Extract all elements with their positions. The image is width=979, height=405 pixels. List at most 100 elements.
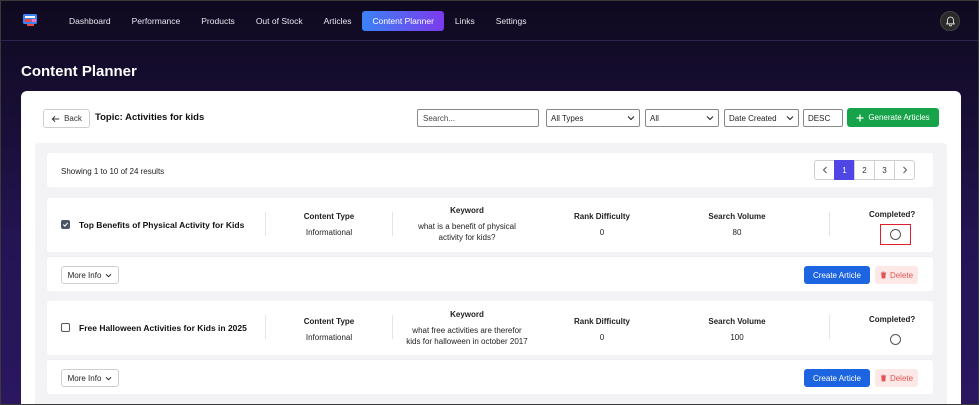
rank-difficulty-header: Rank Difficulty <box>573 212 630 221</box>
page-button-3[interactable]: 3 <box>874 160 895 180</box>
column-divider <box>265 315 266 339</box>
article-select-checkbox[interactable] <box>61 220 70 229</box>
more-info-label: More Info <box>67 270 102 280</box>
keyword-value-line2: activity for kids? <box>438 233 496 242</box>
chevron-left-icon <box>822 166 827 174</box>
create-article-button[interactable]: Create Article <box>804 266 870 284</box>
generate-articles-button[interactable]: Generate Articles <box>847 108 939 127</box>
search-volume-cell: Search Volume 80 <box>687 212 787 238</box>
search-volume-header: Search Volume <box>708 212 766 221</box>
trash-icon <box>880 271 887 279</box>
page-button-2[interactable]: 2 <box>854 160 875 180</box>
search-input[interactable] <box>417 109 539 127</box>
keyword-cell: Keyword what is a benefit of physical ac… <box>397 206 537 243</box>
nav-item-dashboard[interactable]: Dashboard <box>59 11 121 31</box>
nav-item-links[interactable]: Links <box>445 11 485 31</box>
rank-difficulty-value: 0 <box>599 333 605 342</box>
column-divider <box>392 212 393 236</box>
keyword-header: Keyword <box>450 206 484 215</box>
nav-item-settings[interactable]: Settings <box>486 11 537 31</box>
keyword-value-line2: kids for halloween in october 2017 <box>406 337 528 346</box>
sort-order-value: DESC <box>808 113 831 123</box>
status-filter-value: All <box>650 113 659 123</box>
sort-field-value: Date Created <box>729 113 777 123</box>
nav-item-content-planner[interactable]: Content Planner <box>362 11 444 31</box>
create-article-button[interactable]: Create Article <box>804 369 870 387</box>
page-button-1[interactable]: 1 <box>834 160 855 180</box>
chevron-down-icon <box>706 116 714 121</box>
article-title[interactable]: Free Halloween Activities for Kids in 20… <box>79 323 247 333</box>
plus-icon <box>856 114 864 121</box>
type-filter-value: All Types <box>551 113 584 123</box>
keyword-header: Keyword <box>450 310 484 319</box>
chevron-down-icon <box>106 376 112 380</box>
chevron-down-icon <box>627 116 635 121</box>
next-page-button[interactable] <box>894 160 915 180</box>
content-type-value: Informational <box>305 333 353 342</box>
article-row-summary: Top Benefits of Physical Activity for Ki… <box>47 198 933 252</box>
search-volume-value: 80 <box>732 228 742 237</box>
prev-page-button[interactable] <box>814 160 835 180</box>
delete-button[interactable]: Delete <box>875 266 918 284</box>
highlight-box <box>880 224 911 245</box>
status-filter-select[interactable]: All <box>645 109 719 127</box>
keyword-value-line1: what free activities are therefor <box>412 326 522 335</box>
rank-difficulty-cell: Rank Difficulty 0 <box>552 317 652 343</box>
bell-icon <box>945 16 955 26</box>
column-divider <box>829 315 830 339</box>
more-info-label: More Info <box>67 373 102 383</box>
column-divider <box>265 212 266 236</box>
article-row-actions: More Info Create Article Delete <box>47 256 933 291</box>
content-type-cell: Content Type Informational <box>279 212 379 238</box>
back-label: Back <box>64 114 82 123</box>
search-volume-cell: Search Volume 100 <box>687 317 787 343</box>
app-logo-icon[interactable] <box>23 13 39 27</box>
article-select-checkbox[interactable] <box>61 323 70 332</box>
nav-menu: Dashboard Performance Products Out of St… <box>59 11 537 31</box>
article-row-actions: More Info Create Article Delete <box>47 359 933 394</box>
completed-radio[interactable] <box>890 334 901 345</box>
completed-header: Completed? <box>869 210 916 219</box>
type-filter-select[interactable]: All Types <box>546 109 640 127</box>
arrow-left-icon <box>51 115 60 122</box>
content-type-header: Content Type <box>303 212 355 221</box>
rank-difficulty-cell: Rank Difficulty 0 <box>552 212 652 238</box>
nav-item-out-of-stock[interactable]: Out of Stock <box>246 11 313 31</box>
delete-label: Delete <box>889 373 914 383</box>
notifications-button[interactable] <box>940 11 960 31</box>
more-info-button[interactable]: More Info <box>61 266 119 284</box>
delete-label: Delete <box>889 270 914 280</box>
delete-button[interactable]: Delete <box>875 369 918 387</box>
chevron-down-icon <box>786 116 794 121</box>
check-icon <box>62 222 69 227</box>
column-divider <box>392 315 393 339</box>
sort-field-select[interactable]: Date Created <box>724 109 799 127</box>
keyword-value-line1: what is a benefit of physical <box>418 222 516 231</box>
content-type-header: Content Type <box>303 317 355 326</box>
completed-header: Completed? <box>869 315 916 324</box>
back-button[interactable]: Back <box>43 109 90 128</box>
column-divider <box>829 212 830 236</box>
content-type-value: Informational <box>305 228 353 237</box>
article-row-summary: Free Halloween Activities for Kids in 20… <box>47 301 933 355</box>
content-type-cell: Content Type Informational <box>279 317 379 343</box>
nav-item-performance[interactable]: Performance <box>122 11 191 31</box>
article-title[interactable]: Top Benefits of Physical Activity for Ki… <box>79 220 244 230</box>
nav-item-products[interactable]: Products <box>191 11 245 31</box>
top-nav: Dashboard Performance Products Out of St… <box>1 1 978 41</box>
pagination: 1 2 3 <box>814 160 915 180</box>
keyword-cell: Keyword what free activities are therefo… <box>397 310 537 347</box>
nav-item-articles[interactable]: Articles <box>314 11 362 31</box>
rank-difficulty-header: Rank Difficulty <box>573 317 630 326</box>
sort-order-select[interactable]: DESC <box>803 109 843 127</box>
topic-title: Topic: Activities for kids <box>95 112 205 123</box>
toolbar: Back Topic: Activities for kids All Type… <box>43 108 939 129</box>
article-row: Top Benefits of Physical Activity for Ki… <box>47 198 933 291</box>
app-window: Dashboard Performance Products Out of St… <box>0 0 979 405</box>
article-list-panel: Showing 1 to 10 of 24 results 1 2 3 Top … <box>35 143 947 404</box>
article-row: Free Halloween Activities for Kids in 20… <box>47 301 933 394</box>
main-card: Back Topic: Activities for kids All Type… <box>21 91 961 404</box>
page-title: Content Planner <box>21 63 137 80</box>
chevron-down-icon <box>106 273 112 277</box>
more-info-button[interactable]: More Info <box>61 369 119 387</box>
